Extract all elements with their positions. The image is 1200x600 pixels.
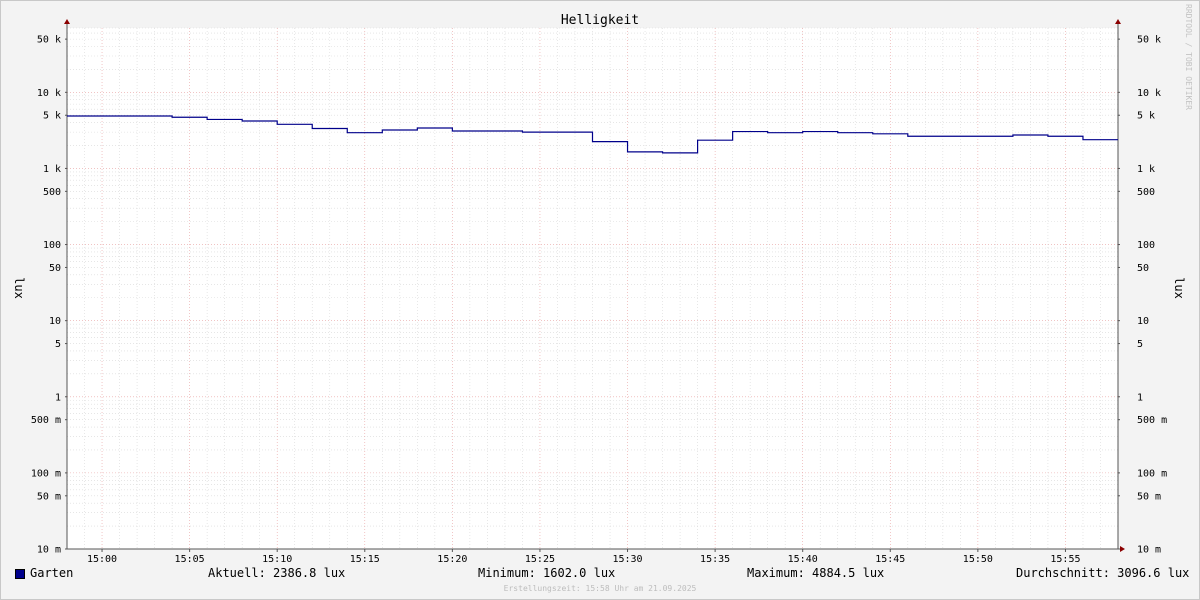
y-tick-label-right: 10 [1137,316,1149,327]
y-tick-label-right: 10 m [1137,545,1161,556]
y-tick-label-left: 10 k [37,88,61,99]
y-tick-label-right: 500 [1137,187,1155,198]
y-tick-label-left: 1 [55,392,61,403]
creation-time-footer: Erstellungszeit: 15:58 Uhr am 21.09.2025 [503,584,697,593]
legend-durchschnitt: Durchschnitt: 3096.6 lux [1016,566,1190,580]
y-tick-label-left: 5 k [43,111,61,122]
y-tick-label-left: 10 [49,316,61,327]
x-tick-label: 15:20 [437,554,467,565]
chart-svg: 50 k 50 k 10 k 10 k 5 k 5 k 1 k 1 k 500 500 100 100… [12,13,1186,565]
rrdtool-watermark: RRDTOOL / TOBI OETIKER [1184,4,1193,110]
y-tick-label-right: 50 m [1137,491,1161,502]
legend: Garten Aktuell: 2386.8 lux Minimum: 1602… [0,566,1200,584]
x-tick-label: 15:55 [1050,554,1080,565]
x-tick-label: 15:50 [963,554,993,565]
legend-series-name: Garten [30,566,74,580]
x-tick-label: 15:25 [525,554,555,565]
legend-maximum: Maximum: 4884.5 lux [747,566,885,580]
y-tick-label-left: 50 m [37,491,61,502]
x-tick-label: 15:35 [700,554,730,565]
y-tick-label-right: 100 [1137,240,1155,251]
y-tick-label-left: 10 m [37,545,61,556]
y-tick-label-right: 5 k [1137,111,1155,122]
y-tick-label-left: 50 k [37,35,61,46]
y-tick-label-left: 5 [55,339,61,350]
x-tick-label: 15:45 [875,554,905,565]
y-tick-label-right: 500 m [1137,415,1167,426]
y-tick-label-right: 10 k [1137,88,1161,99]
chart-title: Helligkeit [561,13,639,28]
y-tick-label-right: 50 k [1137,35,1161,46]
x-axis-arrow [1120,546,1125,552]
x-tick-label: 15:15 [350,554,380,565]
legend-minimum: Minimum: 1602.0 lux [478,566,616,580]
y-tick-label-left: 1 k [43,164,61,175]
y-tick-label-right: 5 [1137,339,1143,350]
y-tick-label-left: 500 [43,187,61,198]
y-axis-label-left: lux [12,277,26,299]
x-tick-label: 15:10 [262,554,292,565]
y-tick-label-left: 100 [43,240,61,251]
x-tick-label: 15:00 [87,554,117,565]
y-tick-label-right: 100 m [1137,468,1167,479]
x-tick-label: 15:30 [612,554,642,565]
y-tick-label-right: 50 [1137,263,1149,274]
y-axis-left-arrow [64,19,70,24]
x-tick-label: 15:05 [175,554,205,565]
y-tick-label-left: 500 m [31,415,61,426]
y-axis-right-arrow [1115,19,1121,24]
y-tick-label-left: 50 [49,263,61,274]
legend-swatch-garten [15,569,25,579]
legend-aktuell: Aktuell: 2386.8 lux [208,566,346,580]
x-tick-label: 15:40 [788,554,818,565]
y-axis-label-right: lux [1172,277,1186,299]
y-tick-label-right: 1 [1137,392,1143,403]
y-tick-label-right: 1 k [1137,164,1155,175]
y-tick-label-left: 100 m [31,468,61,479]
